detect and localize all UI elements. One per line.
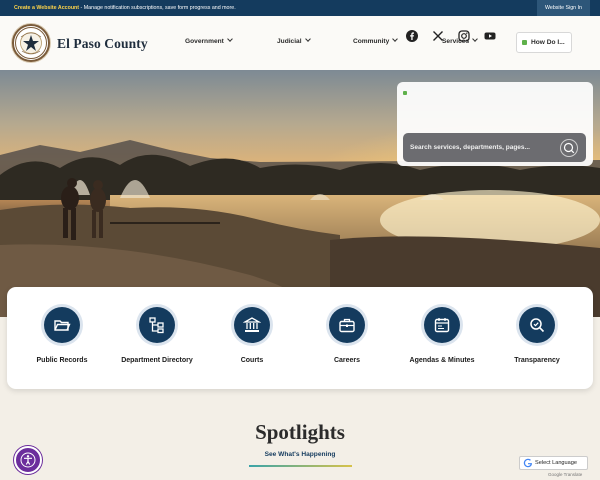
- chevron-down-icon: [227, 36, 233, 42]
- top-notification-bar: Create a Website Account - Manage notifi…: [0, 0, 600, 16]
- search-icon: [563, 142, 575, 154]
- quick-link-public-records[interactable]: Public Records: [14, 287, 110, 389]
- quick-link-label: Agendas & Minutes: [409, 357, 475, 364]
- quick-link-label: Careers: [333, 357, 361, 364]
- website-sign-in-button[interactable]: Website Sign In: [536, 0, 590, 16]
- nav-community[interactable]: Community: [353, 36, 399, 45]
- nav-judicial[interactable]: Judicial: [277, 36, 311, 45]
- site-title[interactable]: El Paso County: [57, 36, 148, 52]
- quick-links-card: Public Records Department Directory Cour…: [7, 287, 593, 389]
- accessibility-button[interactable]: [14, 446, 42, 474]
- x-icon[interactable]: [432, 29, 444, 41]
- spotlights-subtitle: See What's Happening: [264, 451, 336, 458]
- quick-link-department-directory[interactable]: Department Directory: [109, 287, 205, 389]
- quick-link-careers[interactable]: Careers: [299, 287, 395, 389]
- nav-label: Judicial: [277, 38, 302, 45]
- create-account-link[interactable]: Create a Website Account: [14, 5, 79, 11]
- language-select[interactable]: Select Language: [519, 456, 588, 470]
- chevron-down-icon: [472, 36, 478, 42]
- chevron-down-icon: [304, 36, 311, 42]
- search-input[interactable]: [403, 133, 553, 162]
- how-do-i-button[interactable]: How Do I...: [516, 32, 572, 53]
- language-select-label: Select Language: [535, 460, 577, 466]
- site-header: El Paso County Government Judicial Commu…: [0, 16, 600, 70]
- quick-link-agendas-minutes[interactable]: Agendas & Minutes: [394, 287, 490, 389]
- nav-label: Community: [353, 38, 390, 45]
- site-search: [403, 133, 586, 162]
- county-seal-logo[interactable]: [12, 24, 50, 62]
- quick-link-label: Transparency: [514, 357, 560, 364]
- facebook-icon[interactable]: [406, 29, 418, 42]
- quick-link-courts[interactable]: Courts: [204, 287, 300, 389]
- powered-by-google-translate: Google Translate: [548, 472, 583, 477]
- briefcase-icon: [329, 307, 365, 343]
- spotlights-divider: [249, 465, 352, 467]
- spotlights-heading: Spotlights: [255, 420, 345, 444]
- account-message: Create a Website Account - Manage notifi…: [14, 5, 236, 11]
- menu-dot-icon: [522, 40, 527, 45]
- panel-dot-icon: [403, 91, 407, 95]
- account-message-text: - Manage notification subscriptions, sav…: [79, 5, 236, 11]
- instagram-icon[interactable]: [458, 29, 470, 42]
- how-do-i-label: How Do I...: [531, 39, 565, 46]
- accessibility-icon: [20, 452, 36, 468]
- quick-link-label: Public Records: [36, 357, 88, 364]
- youtube-icon[interactable]: [484, 29, 496, 41]
- magnifier-icon: [519, 307, 555, 343]
- chevron-down-icon: [392, 36, 399, 42]
- google-g-icon: [523, 458, 532, 468]
- org-chart-icon: [139, 307, 175, 343]
- nav-government[interactable]: Government: [185, 36, 233, 45]
- quick-link-label: Department Directory: [121, 357, 193, 364]
- search-button[interactable]: [560, 139, 578, 157]
- folder-open-icon: [44, 307, 80, 343]
- quick-link-transparency[interactable]: Transparency: [489, 287, 585, 389]
- calendar-icon: [424, 307, 460, 343]
- courthouse-icon: [234, 307, 270, 343]
- quick-link-label: Courts: [240, 357, 264, 364]
- nav-label: Government: [185, 38, 224, 45]
